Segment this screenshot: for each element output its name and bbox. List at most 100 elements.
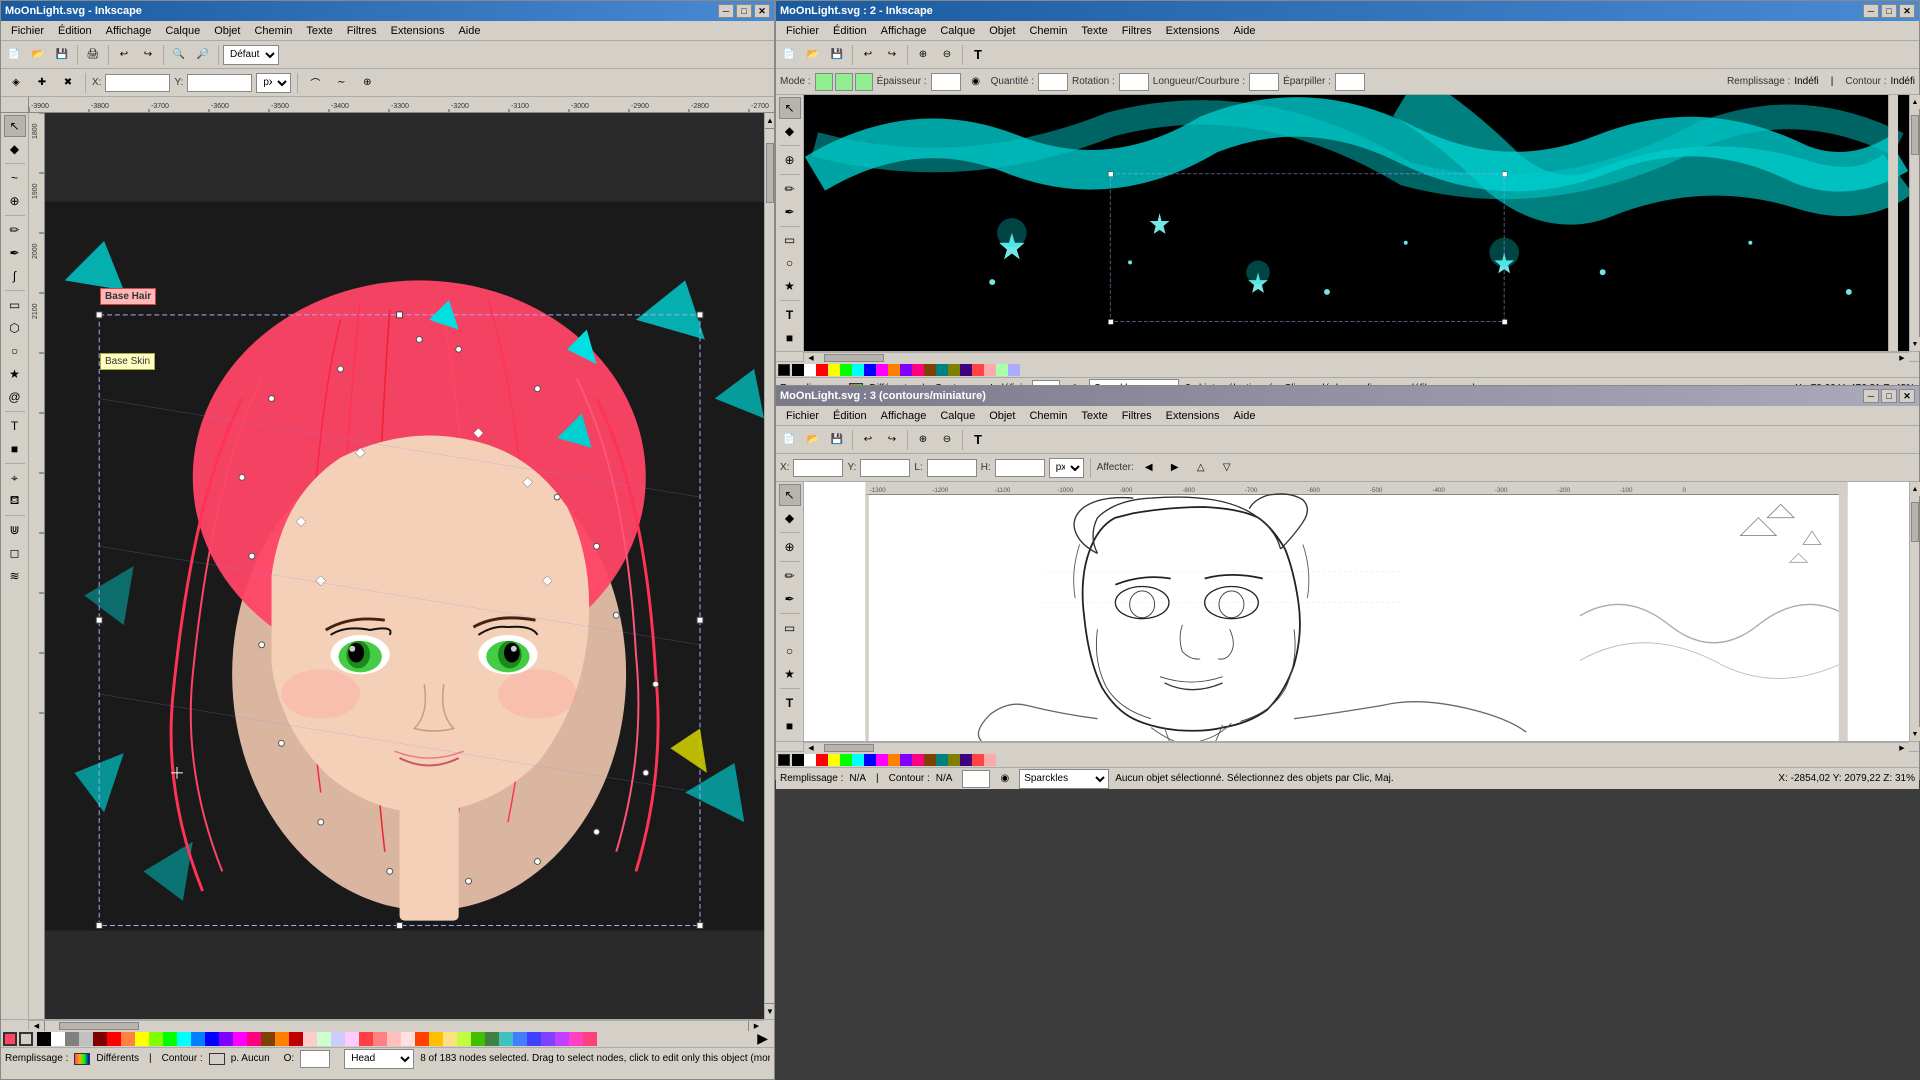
scroll-up-s3[interactable]: ▲ [1910,482,1920,496]
menu-objet[interactable]: Objet [208,23,246,39]
menu-fichier-s2[interactable]: Fichier [780,23,825,39]
maximize-btn-third[interactable]: □ [1881,389,1897,403]
ps2-indigo[interactable] [960,364,972,376]
ps2-yellow[interactable] [828,364,840,376]
tool-circle-s3[interactable]: ○ [779,640,801,662]
palette-roseglow[interactable] [401,1032,415,1046]
menu-filtres-s3[interactable]: Filtres [1116,408,1158,424]
tool-pencil-s2[interactable]: ✒ [779,201,801,223]
epaisseur-icon-s2[interactable]: ◉ [965,71,987,93]
ps3-white[interactable] [804,754,816,766]
palette-olive[interactable] [485,1032,499,1046]
ps3-magenta[interactable] [876,754,888,766]
tool-node-s3[interactable]: ◆ [779,507,801,529]
open-btn-s2[interactable]: 📂 [802,44,824,66]
ps3-violet[interactable] [900,754,912,766]
minimize-btn-second[interactable]: ─ [1863,4,1879,18]
h-input-s3[interactable]: 0,001 [995,459,1045,477]
node-smooth-btn[interactable]: ∼ [330,72,352,94]
palette-grassgreen[interactable] [471,1032,485,1046]
open-btn[interactable]: 📂 [27,44,49,66]
scroll-left-s2[interactable]: ◀ [804,353,818,363]
palette-pink[interactable] [569,1032,583,1046]
ps2-brown[interactable] [924,364,936,376]
ps3-yellow[interactable] [828,754,840,766]
scroll-thumb-v[interactable] [766,143,774,203]
quantite-input-s2[interactable]: 14 [1038,73,1068,91]
canvas-teal[interactable] [804,95,1909,351]
palette-hotpink[interactable] [247,1032,261,1046]
menu-edition[interactable]: Édition [52,23,98,39]
y-input-s3[interactable]: 9,000 [860,459,910,477]
tool-zoom-s3[interactable]: ⊕ [779,536,801,558]
contour-swatch-main[interactable] [209,1053,225,1065]
palette-amber[interactable] [429,1032,443,1046]
redo-btn-s2[interactable]: ↪ [881,44,903,66]
canvas-sketch[interactable]: -1300 -1200 -1100 -1000 -900 -800 -700 -… [804,482,1909,741]
zoom-out-btn[interactable]: 🔎 [192,44,214,66]
ps2-cyan[interactable] [852,364,864,376]
text-btn-s2[interactable]: T [967,44,989,66]
tool-callig[interactable]: ∫ [4,265,26,287]
ps2-orange[interactable] [888,364,900,376]
menu-objet-s3[interactable]: Objet [983,408,1021,424]
save-btn[interactable]: 💾 [51,44,73,66]
ps2-hotpink[interactable] [912,364,924,376]
menu-aide-s3[interactable]: Aide [1227,408,1261,424]
tool-rect[interactable]: ▭ [4,294,26,316]
x-input-s3[interactable]: 5,000 [793,459,843,477]
scrollbar-h-s2[interactable]: ◀ ▶ [804,352,1909,362]
palette-lightred[interactable] [373,1032,387,1046]
scroll-right-s3[interactable]: ▶ [1895,743,1909,753]
zoom-out-btn-s2[interactable]: ⊖ [936,44,958,66]
palette-teal[interactable] [499,1032,513,1046]
tool-star-s2[interactable]: ★ [779,275,801,297]
palette-yellow[interactable] [135,1032,149,1046]
ps3-green[interactable] [840,754,852,766]
tool-spiral[interactable]: @ [4,386,26,408]
palette-mint[interactable] [317,1032,331,1046]
palette-purple[interactable] [219,1032,233,1046]
close-btn-third[interactable]: ✕ [1899,389,1915,403]
mode-btn1[interactable] [815,73,833,91]
menu-aide-s2[interactable]: Aide [1227,23,1261,39]
ps3-black[interactable] [792,754,804,766]
ps3-brown[interactable] [924,754,936,766]
palette-vermillion[interactable] [415,1032,429,1046]
palette-scroll-right[interactable]: ▶ [753,1030,772,1047]
ps3-cyan[interactable] [852,754,864,766]
menu-calque-s2[interactable]: Calque [934,23,981,39]
tool-dropper[interactable]: ⛾ [4,490,26,512]
y-coord-input[interactable]: 1997,35 [187,74,252,92]
tool-select-s3[interactable]: ↖ [779,484,801,506]
scroll-right-s2[interactable]: ▶ [1895,353,1909,363]
fill-swatch-main[interactable] [74,1053,90,1065]
menu-filtres[interactable]: Filtres [341,23,383,39]
ps3-rose[interactable] [984,754,996,766]
menu-fichier[interactable]: Fichier [5,23,50,39]
palette-silver[interactable] [79,1032,93,1046]
ps3-indigo[interactable] [960,754,972,766]
open-btn-s3[interactable]: 📂 [802,429,824,451]
menu-chemin-s2[interactable]: Chemin [1023,23,1073,39]
epaisseur-input-s2[interactable]: 1 [931,73,961,91]
palette-rose[interactable] [583,1032,597,1046]
new-btn-s2[interactable]: 📄 [778,44,800,66]
menu-texte[interactable]: Texte [300,23,338,39]
mode-btn2[interactable] [835,73,853,91]
menu-affichage-s2[interactable]: Affichage [875,23,933,39]
palette-periwinkle[interactable] [331,1032,345,1046]
scroll-left-btn[interactable]: ◀ [29,1021,45,1031]
ps2-violet[interactable] [900,364,912,376]
tool-zoom-tool[interactable]: ⊕ [4,190,26,212]
longueur-input-s2[interactable]: 2 [1249,73,1279,91]
menu-chemin[interactable]: Chemin [248,23,298,39]
tool-select[interactable]: ↖ [4,115,26,137]
menu-calque[interactable]: Calque [159,23,206,39]
tool-3d-box[interactable]: ⬡ [4,317,26,339]
save-btn-s2[interactable]: 💾 [826,44,848,66]
palette-brown[interactable] [261,1032,275,1046]
ps2-white[interactable] [804,364,816,376]
palette-orange[interactable] [121,1032,135,1046]
tool-node[interactable]: ◆ [4,138,26,160]
